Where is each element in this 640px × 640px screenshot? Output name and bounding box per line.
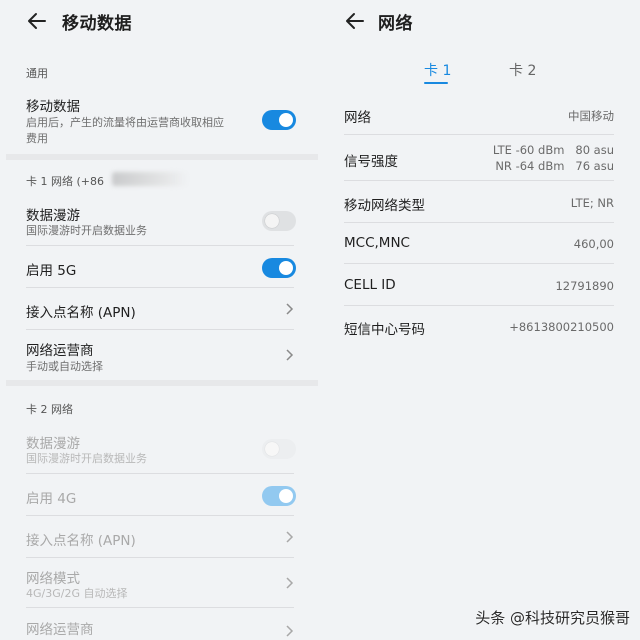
network-info-panel: 网络 卡 1 卡 2 网络 中国移动 信号强度 LTE -60 dBm 80 a… [322,0,640,640]
row-title: 数据漫游 [26,208,80,224]
back-arrow-icon[interactable] [344,10,366,32]
section-label-card2: 卡 2 网络 [26,403,73,416]
row-title: 接入点名称 (APN) [26,305,136,321]
row-value: LTE -60 dBm 80 asu [492,143,614,157]
row-label: CELL ID [344,277,396,293]
divider [344,134,614,135]
section-label-card1: 卡 1 网络 (+86 [26,175,104,188]
card2-roaming-toggle[interactable] [262,439,296,459]
section-label-general: 通用 [26,67,48,80]
chevron-right-icon [286,349,294,361]
chevron-right-icon [286,303,294,315]
divider [344,180,614,181]
row-value: +8613800210500 [509,320,614,334]
divider [26,245,294,246]
card1-5g-toggle[interactable] [262,258,296,278]
card1-roaming-toggle[interactable] [262,211,296,231]
card2-4g-toggle[interactable] [262,486,296,506]
row-subtitle: 国际漫游时开启数据业务 [26,224,147,237]
section-divider [6,154,318,160]
header: 移动数据 [0,0,318,42]
page-title: 网络 [378,14,413,34]
row-title: 接入点名称 (APN) [26,533,136,549]
active-tab-indicator [424,82,448,84]
row-subtitle: 启用后，产生的流量将由运营商收取相应 [26,116,224,129]
chevron-right-icon [286,625,294,637]
chevron-right-icon [286,577,294,589]
row-subtitle: 4G/3G/2G 自动选择 [26,587,128,600]
row-title: 网络运营商 [26,622,94,638]
row-title: 启用 5G [26,263,77,279]
tab-card1[interactable]: 卡 1 [424,60,451,80]
tab-card2[interactable]: 卡 2 [509,60,536,80]
mobile-data-panel: 移动数据 通用 移动数据 启用后，产生的流量将由运营商收取相应 费用 卡 1 网… [0,0,318,640]
row-value: LTE; NR [570,196,614,210]
toggle-knob [265,214,279,228]
row-subtitle: 手动或自动选择 [26,360,103,373]
watermark: 头条 @科技研究员猴哥 [475,609,630,627]
section-divider [6,380,318,386]
chevron-right-icon [286,531,294,543]
row-title: 移动数据 [26,99,80,115]
row-label: MCC,MNC [344,235,410,251]
row-subtitle: 国际漫游时开启数据业务 [26,452,147,465]
divider [26,607,294,608]
row-value: 460,00 [573,237,614,251]
toggle-knob [279,261,293,275]
mobile-data-toggle[interactable] [262,110,296,130]
divider [26,515,294,516]
back-arrow-icon[interactable] [26,10,48,32]
row-label: 移动网络类型 [344,198,425,214]
row-value: 12791890 [555,279,614,293]
toggle-knob [265,442,279,456]
divider [26,473,294,474]
toggle-knob [279,113,293,127]
divider [344,305,614,306]
divider [344,263,614,264]
row-title: 网络运营商 [26,343,94,359]
toggle-knob [279,489,293,503]
row-label: 短信中心号码 [344,322,425,338]
row-value: NR -64 dBm 76 asu [495,159,614,173]
header: 网络 [322,0,640,42]
page-title: 移动数据 [62,14,132,34]
row-label: 信号强度 [344,154,398,170]
row-title: 数据漫游 [26,436,80,452]
divider [26,329,294,330]
divider [26,287,294,288]
row-title: 启用 4G [26,491,77,507]
redacted-phone-number [112,172,188,186]
row-value: 中国移动 [568,109,614,123]
row-label: 网络 [344,110,371,126]
divider [26,557,294,558]
divider [344,222,614,223]
row-title: 网络模式 [26,571,80,587]
row-subtitle: 费用 [26,132,48,145]
